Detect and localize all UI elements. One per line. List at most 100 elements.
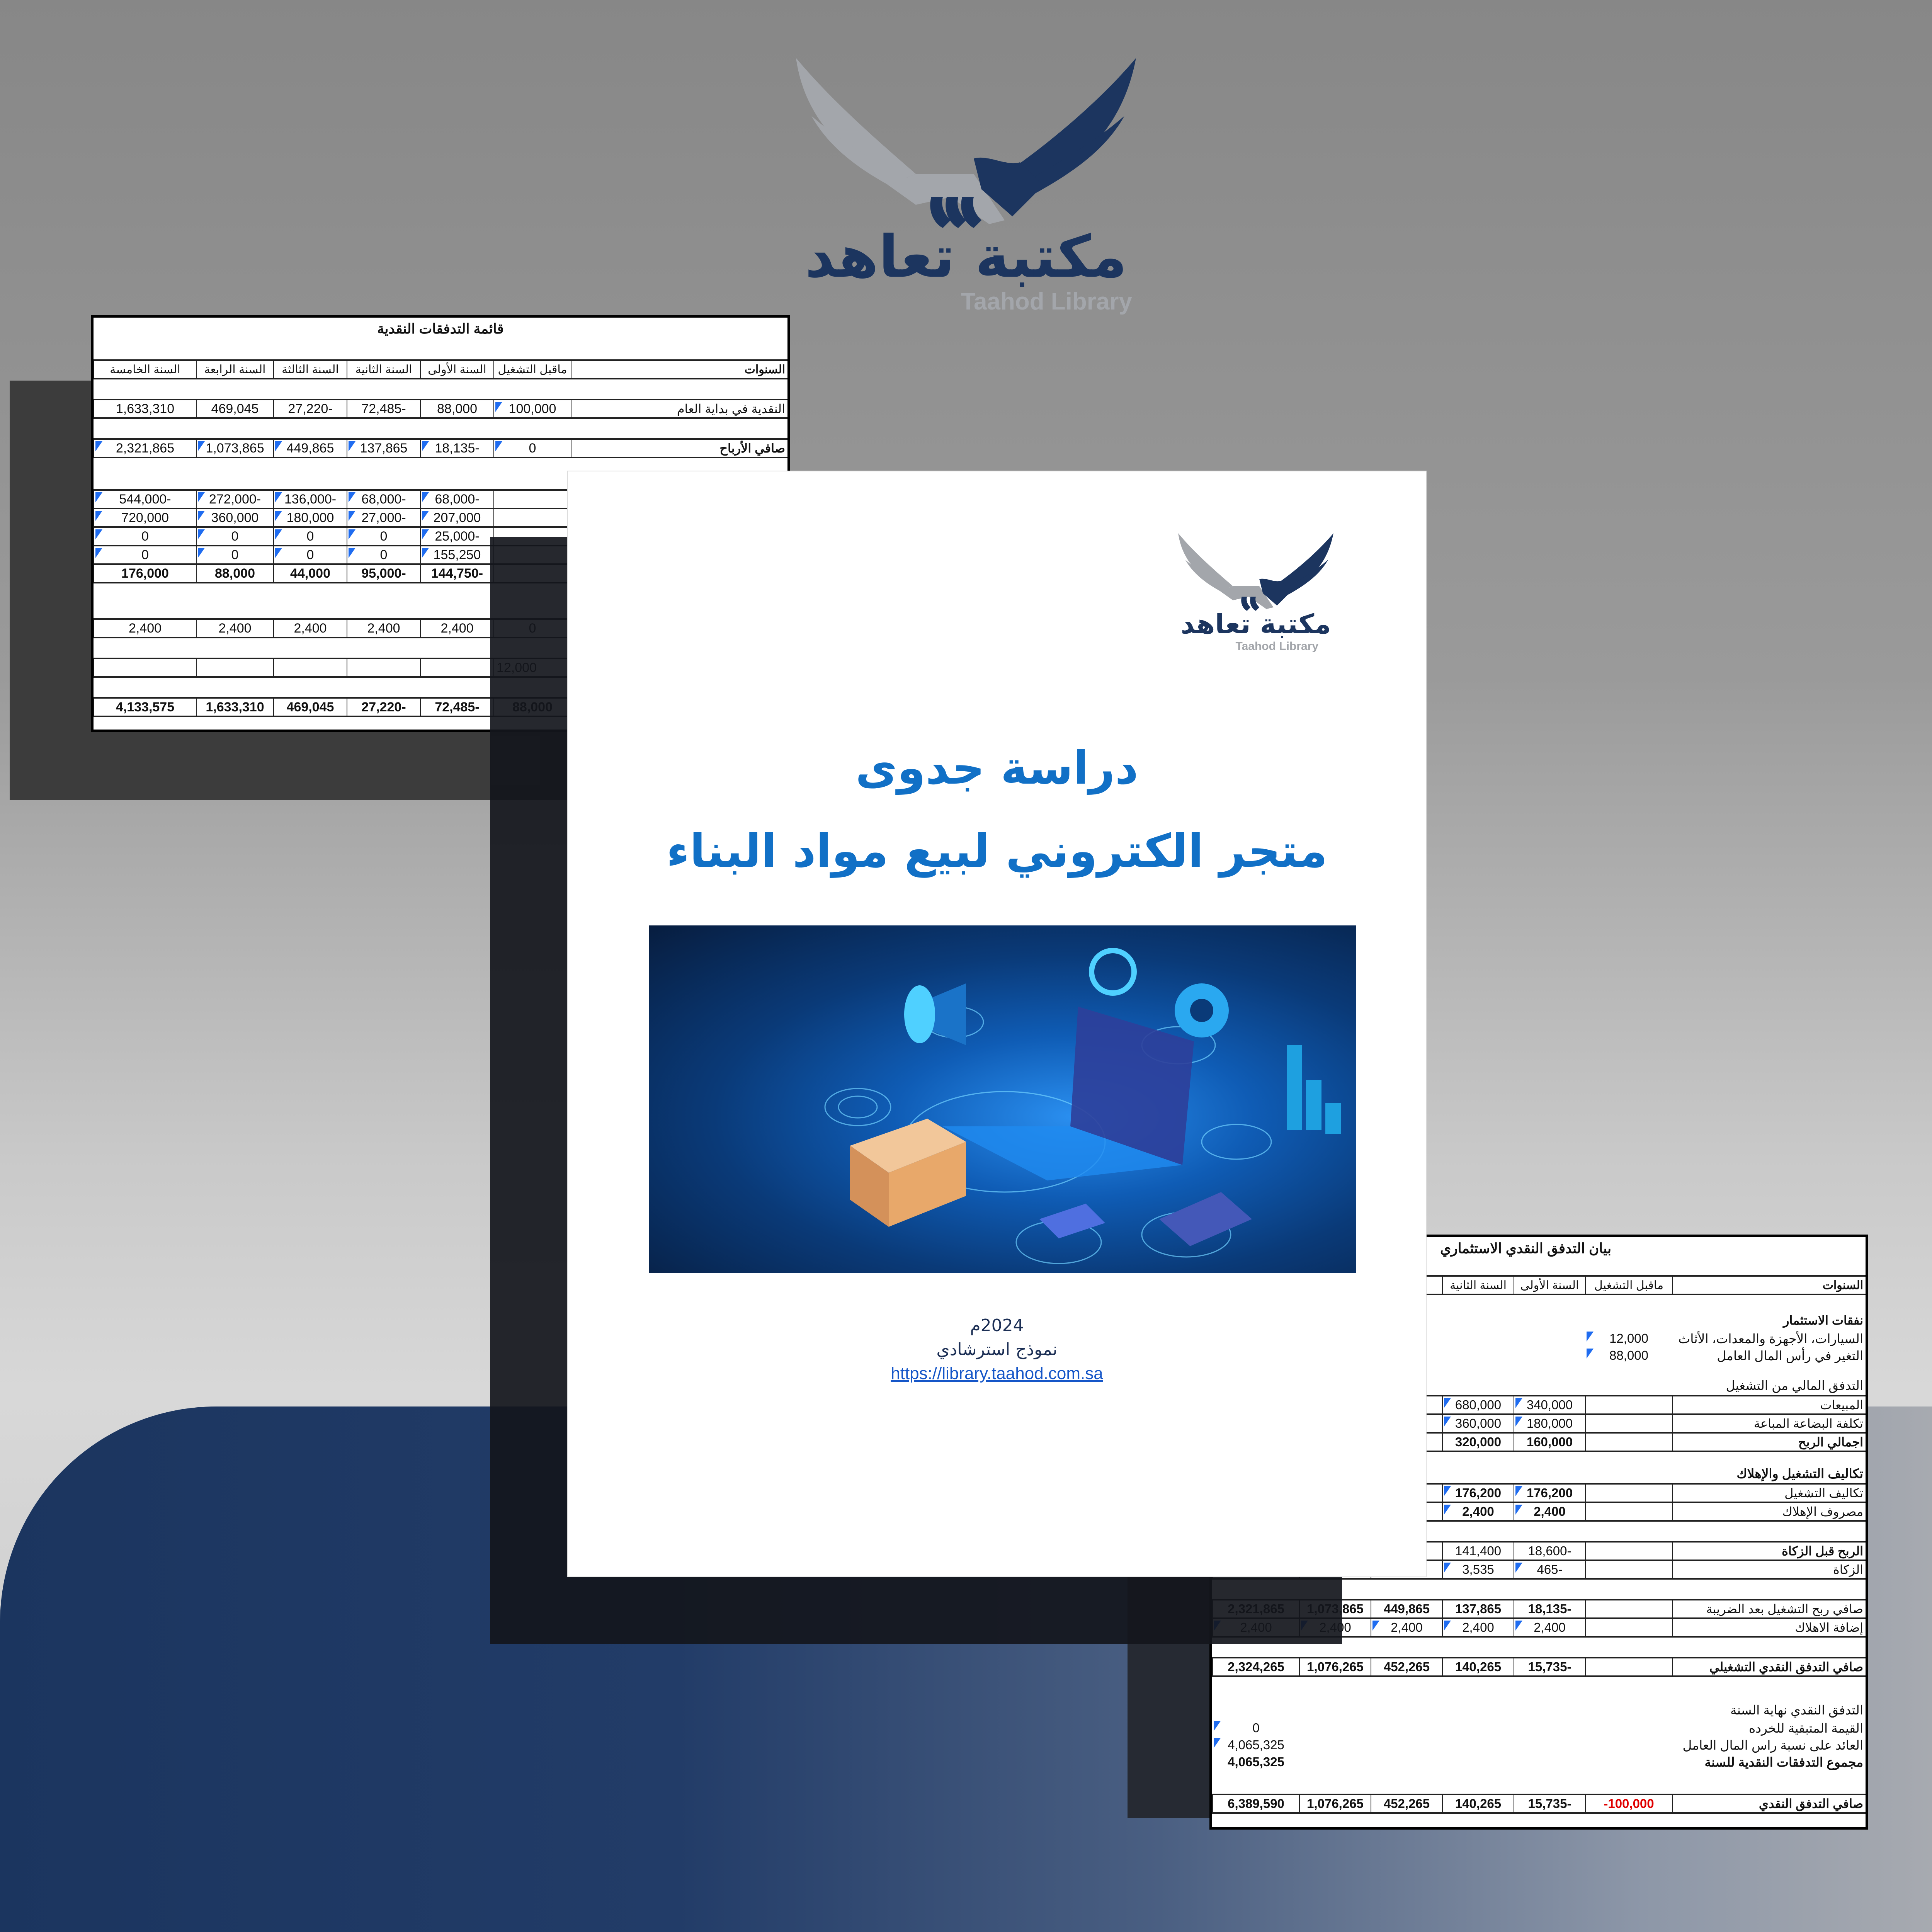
cell: 0 — [94, 545, 196, 565]
target-ring-icon — [824, 1088, 891, 1126]
cell: 180,000 — [1514, 1413, 1585, 1434]
row-label: إضافة الاهلاك — [1672, 1617, 1866, 1638]
website-link[interactable]: https://library.taahod.com.sa — [891, 1362, 1103, 1386]
cell — [1585, 1560, 1672, 1580]
cell: 469,045 — [196, 399, 274, 419]
brand-name-english: Taahod Library — [1235, 640, 1318, 653]
cell: 680,000 — [1442, 1395, 1514, 1415]
cell: 2,400 — [347, 618, 420, 638]
cell: 720,000 — [94, 508, 196, 528]
cell: 320,000 — [1442, 1432, 1514, 1452]
cell: -18,600 — [1514, 1541, 1585, 1561]
cell — [1585, 1502, 1672, 1522]
cell — [1585, 1395, 1672, 1415]
row-label: النقدية في بداية العام — [571, 399, 787, 419]
cell: -27,220 — [347, 697, 420, 717]
brand-name-english: Taahod Library — [961, 288, 1132, 315]
row-label: الربح قبل الزكاة — [1672, 1541, 1866, 1561]
column-header: السنة الأولى — [420, 359, 494, 379]
table-row: النقدية في بداية العام 100,000 88,000 -7… — [94, 399, 787, 419]
cell: 100,000 — [493, 399, 571, 419]
cell: 2,400 — [94, 618, 196, 638]
cell: 12,000 — [1585, 1330, 1672, 1347]
cell: 452,265 — [1371, 1657, 1442, 1677]
cell: 0 — [1213, 1719, 1299, 1736]
gear-icon — [1175, 983, 1229, 1037]
row-label: المبيعات — [1672, 1395, 1866, 1415]
cell: 340,000 — [1514, 1395, 1585, 1415]
table-row: صافي التدفق النقدي 100,000- -15,735 140,… — [1212, 1794, 1866, 1814]
cell: 0 — [493, 438, 571, 458]
cell: 100,000- — [1585, 1794, 1672, 1814]
cover-page: مكتبة تعاهد Taahod Library دراسة جدوى مت… — [568, 471, 1426, 1577]
row-label: مصروف الإهلاك — [1672, 1502, 1866, 1522]
cell: 360,000 — [1442, 1413, 1514, 1434]
cell: -72,485 — [347, 399, 420, 419]
calculator-icon — [1159, 1192, 1252, 1246]
cell: 449,865 — [273, 438, 347, 458]
cell: -15,735 — [1514, 1794, 1585, 1814]
cell: 141,400 — [1442, 1541, 1514, 1561]
hero-illustration — [649, 925, 1356, 1273]
row-label: القيمة المتبقية للخرده — [1748, 1721, 1863, 1735]
cell: 6,389,590 — [1212, 1794, 1299, 1814]
cell: -272,000 — [196, 489, 274, 509]
cell: 469,045 — [273, 697, 347, 717]
cell: 137,865 — [347, 438, 420, 458]
cell: 160,000 — [1514, 1432, 1585, 1452]
cell: 140,265 — [1442, 1794, 1514, 1814]
column-header: السنوات — [571, 359, 787, 379]
cell — [273, 658, 347, 678]
cell: 2,400 — [1442, 1502, 1514, 1522]
table-header-row: السنوات ماقبل التشغيل السنة الأولى السنة… — [94, 359, 787, 379]
cell: 88,000 — [196, 563, 274, 583]
cell — [1585, 1617, 1672, 1638]
cell: 0 — [347, 526, 420, 546]
cover-logo: مكتبة تعاهد Taahod Library — [1175, 533, 1337, 661]
bar-chart-icon — [1287, 1045, 1341, 1134]
cover-title-line-1: دراسة جدوى — [855, 741, 1139, 794]
cell: 0 — [273, 545, 347, 565]
row-label: اجمالي الربح — [1672, 1432, 1866, 1452]
magnifier-icon — [1089, 948, 1137, 996]
column-header: السنة الأولى — [1514, 1275, 1585, 1295]
cover-footer: 2024م نموذج استرشادي https://library.taa… — [568, 1314, 1426, 1386]
brand-logo: مكتبة تعاهد Taahod Library — [788, 58, 1144, 317]
cell: 88,000 — [420, 399, 494, 419]
cover-title-line-2: متجر الكتروني لبيع مواد البناء — [666, 824, 1328, 878]
row-label: الزكاة — [1672, 1560, 1866, 1580]
cell: 1,073,865 — [196, 438, 274, 458]
brand-name-arabic: مكتبة تعاهد — [1180, 608, 1331, 640]
cell — [1585, 1541, 1672, 1561]
row-label: السيارات، الأجهزة والمعدات، الأثاث — [1678, 1331, 1863, 1346]
cover-subtitle: نموذج استرشادي — [936, 1340, 1058, 1359]
cell: -72,485 — [420, 697, 494, 717]
row-label: صافي ربح التشغيل بعد الضريبة — [1672, 1599, 1866, 1619]
cell: 2,400 — [1371, 1617, 1442, 1638]
column-header: السنة الرابعة — [196, 359, 274, 379]
row-label: التغير في رأس المال العامل — [1717, 1348, 1863, 1363]
megaphone-icon — [904, 983, 966, 1045]
cell: 88,000 — [1585, 1347, 1672, 1364]
cell: 180,000 — [273, 508, 347, 528]
cell: 4,065,325 — [1228, 1755, 1284, 1769]
cell: 137,865 — [1442, 1599, 1514, 1619]
cell: -136,000 — [273, 489, 347, 509]
cell: 0 — [347, 545, 420, 565]
column-header: ماقبل التشغيل — [493, 359, 571, 379]
cell: 2,400 — [1514, 1617, 1585, 1638]
cell: 1,076,265 — [1299, 1794, 1371, 1814]
handshake-wings-icon — [796, 58, 1136, 228]
column-header: السنة الثالثة — [273, 359, 347, 379]
parcel-box-icon — [850, 1119, 966, 1227]
cell: 207,000 — [420, 508, 494, 528]
cell: 176,200 — [1442, 1483, 1514, 1503]
cell: -25,000 — [420, 526, 494, 546]
table-row: القيمة المتبقية للخرده 0 — [1213, 1719, 1866, 1736]
cell: -18,135 — [420, 438, 494, 458]
cell: 0 — [196, 545, 274, 565]
row-label: مجموع التدفقات النقدية للسنة — [1704, 1755, 1863, 1769]
cell: 0 — [196, 526, 274, 546]
cell: 2,400 — [273, 618, 347, 638]
cell: 1,076,265 — [1299, 1657, 1371, 1677]
